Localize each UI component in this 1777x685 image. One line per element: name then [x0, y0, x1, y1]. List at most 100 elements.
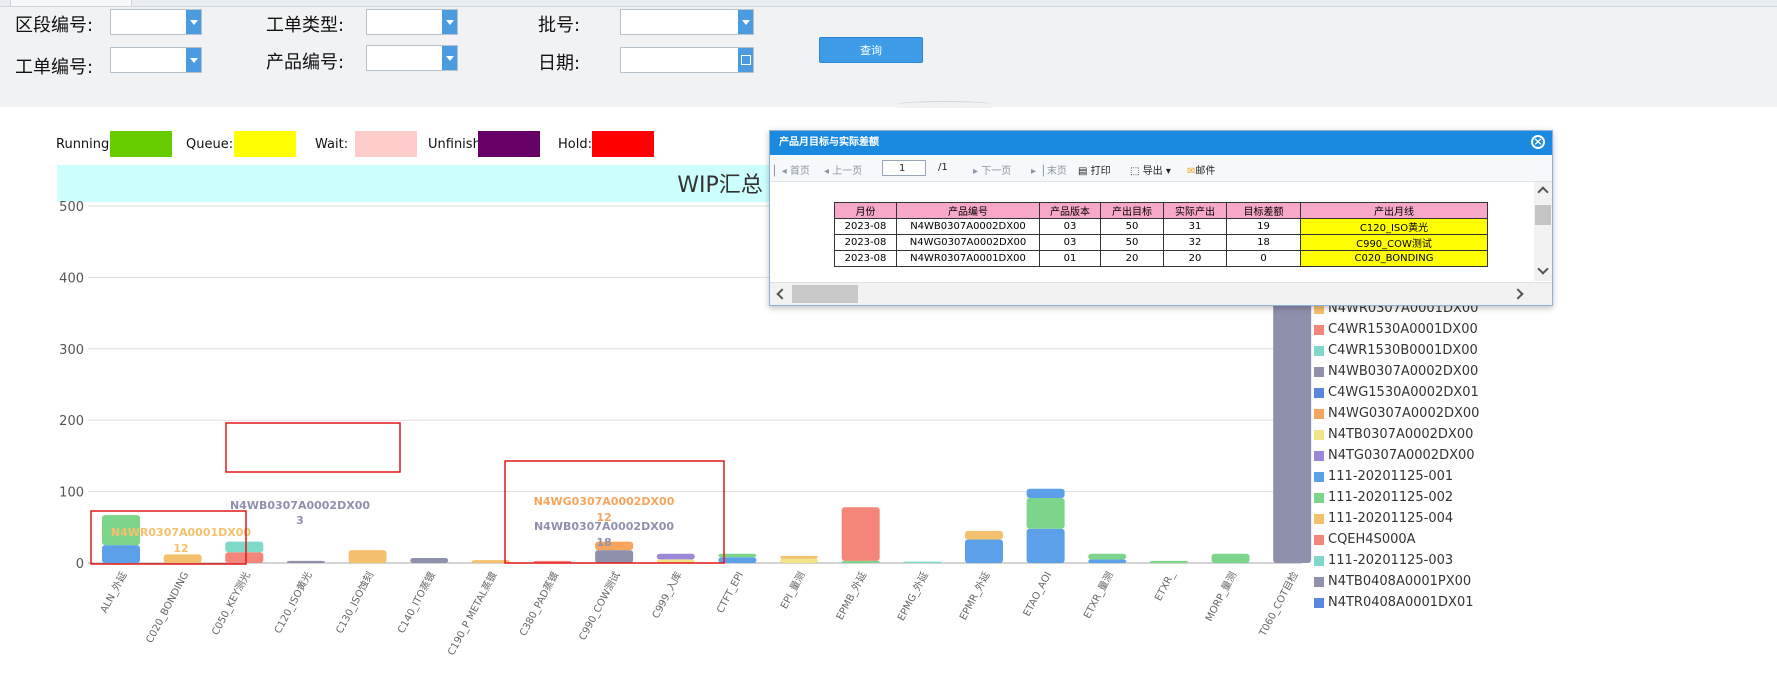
series-legend-item[interactable]: C4WR1530B0001DX00: [1314, 340, 1479, 361]
series-legend-item[interactable]: 111-20201125-001: [1314, 466, 1479, 487]
vertical-scrollbar[interactable]: [1534, 182, 1552, 281]
popup-title: 产品月目标与实际差额: [779, 137, 879, 148]
x-tick-label: C020_BONDING: [144, 570, 191, 645]
x-tick-label: ETXR_: [1153, 569, 1178, 603]
series-color-swatch: [1314, 598, 1324, 608]
table-cell: 32: [1163, 234, 1227, 251]
series-color-swatch: [1314, 325, 1324, 335]
series-legend-label: C4WG1530A0002DX01: [1328, 385, 1479, 400]
chevron-down-icon[interactable]: [442, 46, 457, 70]
series-legend-item[interactable]: 111-20201125-003: [1314, 550, 1479, 571]
export-button[interactable]: ⬚ 导出 ▾: [1130, 162, 1171, 177]
chevron-down-icon[interactable]: [738, 10, 753, 34]
series-color-swatch: [1314, 409, 1324, 419]
series-legend-item[interactable]: CQEH4S000A: [1314, 529, 1479, 550]
highlight-box: [225, 422, 401, 473]
x-tick-label: EPMR_外延: [957, 570, 992, 622]
series-legend-item[interactable]: N4TB0408A0001PX00: [1314, 571, 1479, 592]
series-color-swatch: [1314, 556, 1324, 566]
series-legend-item[interactable]: N4TG0307A0002DX00: [1314, 445, 1479, 466]
order-type-label: 工单类型:: [266, 15, 345, 36]
product-target-popup: 产品月目标与实际差额 × ▏◂ 首页 ◂ 上一页 1 /1 ▸ 下一页 ▸▕ 末页…: [769, 130, 1553, 306]
date-input[interactable]: [620, 47, 754, 73]
series-legend-label: 111-20201125-002: [1328, 490, 1454, 505]
status-color-swatch: [110, 131, 172, 157]
order-no-select[interactable]: [110, 47, 202, 73]
order-no-label: 工单编号:: [15, 57, 94, 78]
top-tab-bar: [0, 0, 1777, 7]
table-cell: N4WB0307A0002DX00: [896, 218, 1040, 235]
popup-body: 月份 产品编号 产品版本 产出目标 实际产出 目标差额 产出月线 2023-08 N4WB03…: [770, 182, 1530, 281]
horizontal-scrollbar[interactable]: [770, 282, 1552, 305]
prev-page-button[interactable]: ◂ 上一页: [824, 162, 862, 177]
query-button[interactable]: 查询: [819, 37, 923, 63]
series-legend-item[interactable]: N4TB0307A0002DX00: [1314, 424, 1479, 445]
scroll-thumb[interactable]: [1535, 205, 1551, 225]
bar-segment: [1088, 553, 1127, 560]
bar-tooltip-value: 12: [173, 542, 188, 555]
series-legend-label: CQEH4S000A: [1328, 532, 1416, 547]
next-page-button[interactable]: ▸ 下一页: [973, 162, 1011, 177]
status-legend-label: Wait:: [315, 136, 349, 152]
calendar-icon[interactable]: [738, 48, 753, 72]
series-legend-item[interactable]: C4WG1530A0002DX01: [1314, 382, 1479, 403]
table-cell: 31: [1163, 218, 1227, 235]
order-type-select[interactable]: [366, 9, 458, 35]
printer-icon: ▤: [1078, 166, 1088, 177]
status-legend-label: Unfinish:: [428, 136, 486, 152]
bar-tooltip-label: N4WR0307A0001DX00: [111, 526, 251, 539]
table-cell: 50: [1100, 234, 1164, 251]
series-legend-item[interactable]: 111-20201125-002: [1314, 487, 1479, 508]
product-no-select[interactable]: [366, 45, 458, 71]
series-legend-item[interactable]: C4WR1530A0001DX00: [1314, 319, 1479, 340]
series-legend-item[interactable]: N4TR0408A0001DX01: [1314, 592, 1479, 613]
chevron-down-icon[interactable]: [186, 10, 201, 34]
bar-segment: [410, 558, 449, 563]
chevron-up-icon[interactable]: [1537, 186, 1549, 198]
x-tick-label: C380_PAD蒸镀: [516, 569, 561, 638]
section-no-label: 区段编号:: [15, 15, 94, 36]
chevron-down-icon[interactable]: [442, 10, 457, 34]
bar-segment: [841, 560, 880, 563]
series-legend-item[interactable]: 111-20201125-004: [1314, 508, 1479, 529]
tab-stub[interactable]: [10, 0, 132, 6]
print-label: 打印: [1090, 166, 1111, 177]
batch-no-select[interactable]: [620, 9, 754, 35]
collapse-handle[interactable]: [897, 101, 992, 108]
last-page-button[interactable]: ▸▕ 末页: [1031, 162, 1067, 177]
bar-segment: [964, 539, 1003, 563]
series-legend-item[interactable]: N4WB0307A0002DX00: [1314, 361, 1479, 382]
y-tick-label: 100: [59, 486, 84, 501]
print-button[interactable]: ▤ 打印: [1078, 162, 1111, 177]
status-legend-item: Queue:: [186, 130, 233, 158]
series-legend-label: N4TR0408A0001DX01: [1328, 595, 1474, 610]
first-page-button[interactable]: ▏◂ 首页: [774, 162, 810, 177]
bar-segment: [286, 560, 325, 563]
bar-segment: [1149, 560, 1188, 563]
chevron-down-icon[interactable]: [186, 48, 201, 72]
chevron-right-icon[interactable]: [1512, 288, 1524, 300]
scroll-thumb[interactable]: [792, 285, 858, 303]
series-legend-label: N4TG0307A0002DX00: [1328, 448, 1475, 463]
bar-segment: [1211, 553, 1250, 563]
x-tick-label: ETAO_AOI: [1022, 570, 1055, 618]
series-legend-label: 111-20201125-003: [1328, 553, 1454, 568]
close-icon[interactable]: ×: [1531, 135, 1545, 149]
table-cell: 2023-08: [834, 218, 897, 235]
series-legend-item[interactable]: N4WG0307A0002DX00: [1314, 403, 1479, 424]
page-number-input[interactable]: 1: [882, 160, 926, 176]
bar-segment: [1088, 559, 1127, 563]
section-no-select[interactable]: [110, 9, 202, 35]
mail-button[interactable]: ✉邮件: [1187, 162, 1215, 177]
y-tick-label: 300: [59, 343, 84, 358]
bar-segment: [903, 561, 942, 563]
chevron-left-icon[interactable]: [776, 288, 788, 300]
first-page-label: 首页: [789, 166, 810, 177]
chevron-down-icon[interactable]: [1537, 263, 1549, 275]
x-tick-label: C130_ISO蚀刻: [333, 569, 377, 635]
table-cell: 20: [1100, 250, 1164, 267]
export-label: 导出: [1142, 166, 1163, 177]
x-tick-label: C140_ITO蒸镀: [394, 569, 437, 635]
mail-label: 邮件: [1195, 166, 1216, 177]
series-color-swatch: [1314, 367, 1324, 377]
